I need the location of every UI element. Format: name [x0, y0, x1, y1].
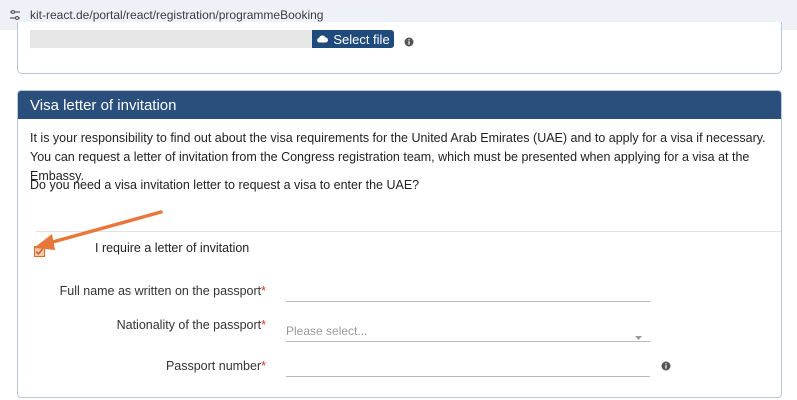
- question-text: Do you need a visa invitation letter to …: [30, 178, 420, 192]
- upload-icon: [316, 33, 329, 45]
- select-file-button[interactable]: Select file: [312, 30, 394, 48]
- section-title: Visa letter of invitation: [30, 96, 177, 114]
- url-text: kit-react.de/portal/react/registration/p…: [30, 8, 324, 22]
- required-mark: *: [261, 359, 266, 373]
- visa-letter-card: Visa letter of invitation It is your res…: [17, 90, 782, 398]
- file-name-field[interactable]: [30, 30, 312, 48]
- required-mark: *: [261, 284, 266, 298]
- nationality-select[interactable]: Please select...: [286, 324, 367, 338]
- info-icon[interactable]: [661, 358, 671, 376]
- tune-icon[interactable]: [8, 8, 22, 22]
- nationality-select-line: [286, 341, 650, 342]
- full-name-input[interactable]: [286, 301, 650, 302]
- passport-number-label: Passport number*: [165, 359, 266, 373]
- info-icon[interactable]: [404, 34, 414, 52]
- required-mark: *: [261, 318, 266, 332]
- checkbox-label: I require a letter of invitation: [95, 241, 250, 255]
- select-file-label: Select file: [333, 31, 390, 47]
- invitation-letter-checkbox[interactable]: [34, 246, 45, 257]
- passport-number-input[interactable]: [286, 376, 650, 377]
- divider: [36, 231, 781, 232]
- nationality-label: Nationality of the passport*: [116, 318, 266, 332]
- dropdown-arrow-icon[interactable]: [635, 328, 642, 346]
- card-header: Visa letter of invitation: [18, 91, 781, 119]
- full-name-label: Full name as written on the passport*: [59, 284, 266, 298]
- upload-card: Select file: [17, 22, 782, 74]
- check-icon: [35, 248, 44, 255]
